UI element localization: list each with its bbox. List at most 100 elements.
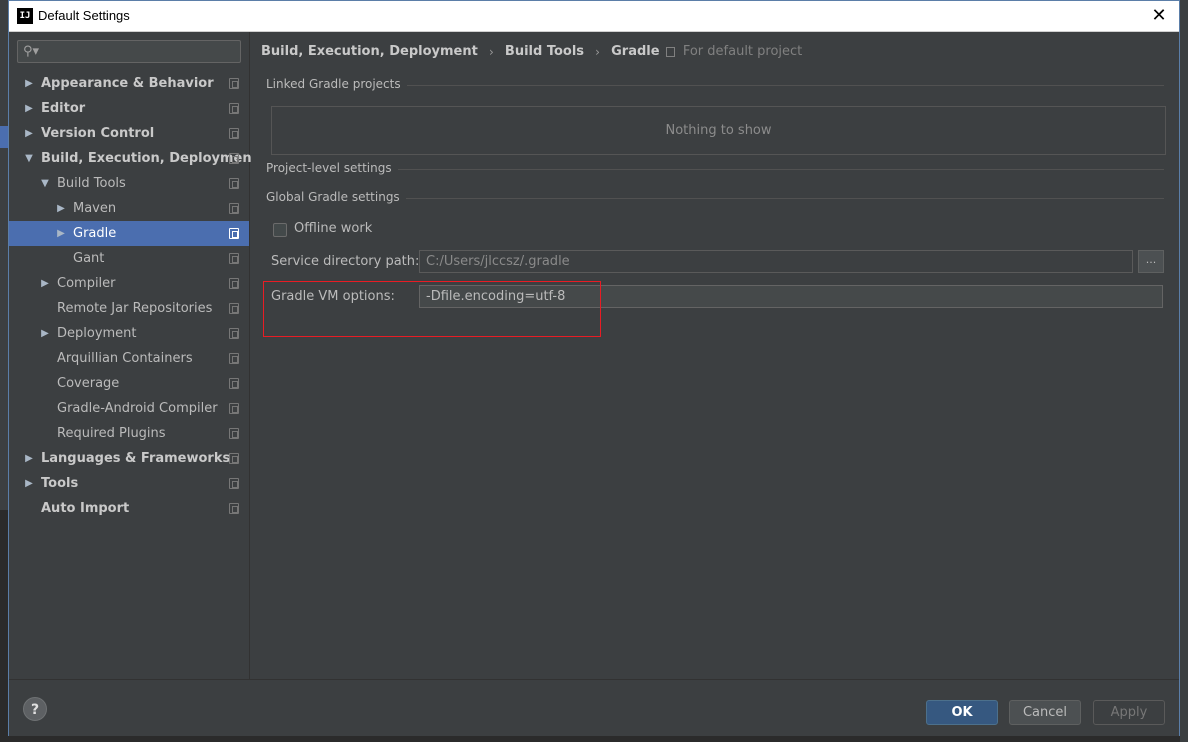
copy-icon	[229, 428, 239, 439]
chevron-down-icon[interactable]: ▼	[23, 146, 35, 171]
copy-icon	[229, 328, 239, 339]
copy-icon	[229, 378, 239, 389]
sidebar-item-editor[interactable]: ▶ Editor	[9, 96, 249, 121]
sidebar-item-arquillian-containers[interactable]: Arquillian Containers	[9, 346, 249, 371]
chevron-right-icon[interactable]: ▶	[23, 121, 35, 146]
default-project-note: For default project	[682, 44, 803, 59]
copy-icon	[229, 203, 239, 214]
copy-icon	[229, 478, 239, 489]
service-directory-field[interactable]: C:/Users/jlccsz/.gradle	[419, 250, 1133, 273]
chevron-down-icon[interactable]: ▼	[39, 171, 51, 196]
copy-icon	[229, 403, 239, 414]
chevron-right-icon[interactable]: ▶	[23, 71, 35, 96]
sidebar-item-label: Gradle-Android Compiler	[57, 401, 218, 416]
sidebar-item-label: Required Plugins	[57, 426, 166, 441]
sidebar-item-label: Arquillian Containers	[57, 351, 193, 366]
sidebar-item-compiler[interactable]: ▶ Compiler	[9, 271, 249, 296]
browse-button[interactable]: ...	[1138, 250, 1164, 273]
copy-icon	[229, 453, 239, 464]
global-settings-title: Global Gradle settings	[266, 190, 406, 204]
offline-work-label[interactable]: Offline work	[294, 221, 372, 236]
sidebar-item-label: Gradle	[73, 226, 117, 241]
title-bar: IJ Default Settings ✕	[9, 1, 1179, 32]
linked-projects-section: Linked Gradle projects	[266, 77, 1164, 93]
breadcrumb-build-execution: Build, Execution, Deployment	[261, 44, 478, 59]
copy-icon	[229, 153, 239, 164]
copy-icon	[229, 278, 239, 289]
section-divider	[266, 169, 1164, 170]
sidebar-item-gant[interactable]: Gant	[9, 246, 249, 271]
sidebar-item-label: Languages & Frameworks	[41, 451, 231, 466]
sidebar-item-appearance-behavior[interactable]: ▶ Appearance & Behavior	[9, 71, 249, 96]
settings-sidebar: ⚲▾ ▶ Appearance & Behavior ▶ Editor ▶ Version…	[9, 32, 258, 679]
chevron-right-icon[interactable]: ▶	[23, 96, 35, 121]
help-icon[interactable]: ?	[23, 697, 47, 721]
sidebar-item-build-execution-deployment[interactable]: ▼ Build, Execution, Deployment	[9, 146, 258, 171]
sidebar-item-label: Gant	[73, 251, 105, 266]
offline-work-checkbox[interactable]	[273, 223, 287, 237]
chevron-right-icon[interactable]: ▶	[55, 221, 67, 246]
dialog-footer: ? OK Cancel Apply	[9, 679, 1179, 736]
background-ide-left	[0, 0, 8, 742]
chevron-right-icon[interactable]: ▶	[39, 271, 51, 296]
sidebar-item-label: Maven	[73, 201, 117, 216]
sidebar-item-label: Build Tools	[57, 176, 126, 191]
cancel-button[interactable]: Cancel	[1009, 700, 1081, 725]
sidebar-item-remote-jar-repositories[interactable]: Remote Jar Repositories	[9, 296, 249, 321]
sidebar-item-required-plugins[interactable]: Required Plugins	[9, 421, 249, 446]
breadcrumb: Build, Execution, Deployment › Build Too…	[261, 44, 802, 64]
close-icon[interactable]: ✕	[1145, 3, 1173, 29]
sidebar-item-label: Deployment	[57, 326, 137, 341]
background-selection	[0, 126, 8, 148]
copy-icon	[229, 353, 239, 364]
search-input[interactable]: ⚲▾	[17, 40, 241, 63]
settings-tree: ▶ Appearance & Behavior ▶ Editor ▶ Version Co…	[9, 71, 258, 521]
global-settings-section: Global Gradle settings	[266, 190, 1164, 206]
sidebar-item-languages-frameworks[interactable]: ▶ Languages & Frameworks	[9, 446, 249, 471]
sidebar-item-label: Tools	[41, 476, 79, 491]
sidebar-item-label: Build, Execution, Deployment	[41, 151, 258, 166]
breadcrumb-gradle: Gradle	[611, 44, 660, 59]
sidebar-item-gradle[interactable]: ▶ Gradle	[9, 221, 249, 246]
service-directory-label: Service directory path:	[271, 254, 420, 269]
sidebar-item-deployment[interactable]: ▶ Deployment	[9, 321, 249, 346]
sidebar-item-label: Appearance & Behavior	[41, 76, 214, 91]
copy-icon	[229, 103, 239, 114]
gradle-settings-panel: Build, Execution, Deployment › Build Too…	[251, 32, 1179, 679]
empty-list-text: Nothing to show	[665, 123, 772, 138]
linked-projects-title: Linked Gradle projects	[266, 77, 407, 91]
background-editor-bottom	[8, 736, 1180, 742]
copy-icon	[229, 253, 239, 264]
sidebar-item-tools[interactable]: ▶ Tools	[9, 471, 249, 496]
sidebar-item-label: Editor	[41, 101, 86, 116]
ok-button[interactable]: OK	[926, 700, 998, 725]
chevron-right-icon[interactable]: ▶	[55, 196, 67, 221]
sidebar-item-label: Remote Jar Repositories	[57, 301, 213, 316]
sidebar-item-maven[interactable]: ▶ Maven	[9, 196, 249, 221]
intellij-app-icon: IJ	[17, 8, 33, 24]
sidebar-item-label: Auto Import	[41, 501, 130, 516]
sidebar-item-label: Coverage	[57, 376, 120, 391]
copy-icon	[229, 178, 239, 189]
background-ide-right	[1180, 0, 1188, 742]
project-level-section: Project-level settings	[266, 161, 1164, 177]
chevron-right-icon[interactable]: ▶	[39, 321, 51, 346]
sidebar-item-coverage[interactable]: Coverage	[9, 371, 249, 396]
breadcrumb-separator: ›	[488, 44, 494, 59]
sidebar-item-build-tools[interactable]: ▼ Build Tools	[9, 171, 249, 196]
chevron-right-icon[interactable]: ▶	[23, 471, 35, 496]
sidebar-item-version-control[interactable]: ▶ Version Control	[9, 121, 249, 146]
sidebar-item-label: Compiler	[57, 276, 116, 291]
apply-button[interactable]: Apply	[1093, 700, 1165, 725]
copy-icon	[229, 78, 239, 89]
sidebar-item-label: Version Control	[41, 126, 155, 141]
window-title: Default Settings	[38, 8, 130, 23]
linked-projects-list[interactable]: Nothing to show	[271, 106, 1166, 155]
project-level-title: Project-level settings	[266, 161, 398, 175]
sidebar-item-auto-import[interactable]: Auto Import	[9, 496, 249, 521]
annotation-highlight-box	[263, 281, 601, 337]
background-editor	[0, 510, 8, 742]
sidebar-item-gradle-android-compiler[interactable]: Gradle-Android Compiler	[9, 396, 249, 421]
chevron-right-icon[interactable]: ▶	[23, 446, 35, 471]
copy-icon	[229, 128, 239, 139]
